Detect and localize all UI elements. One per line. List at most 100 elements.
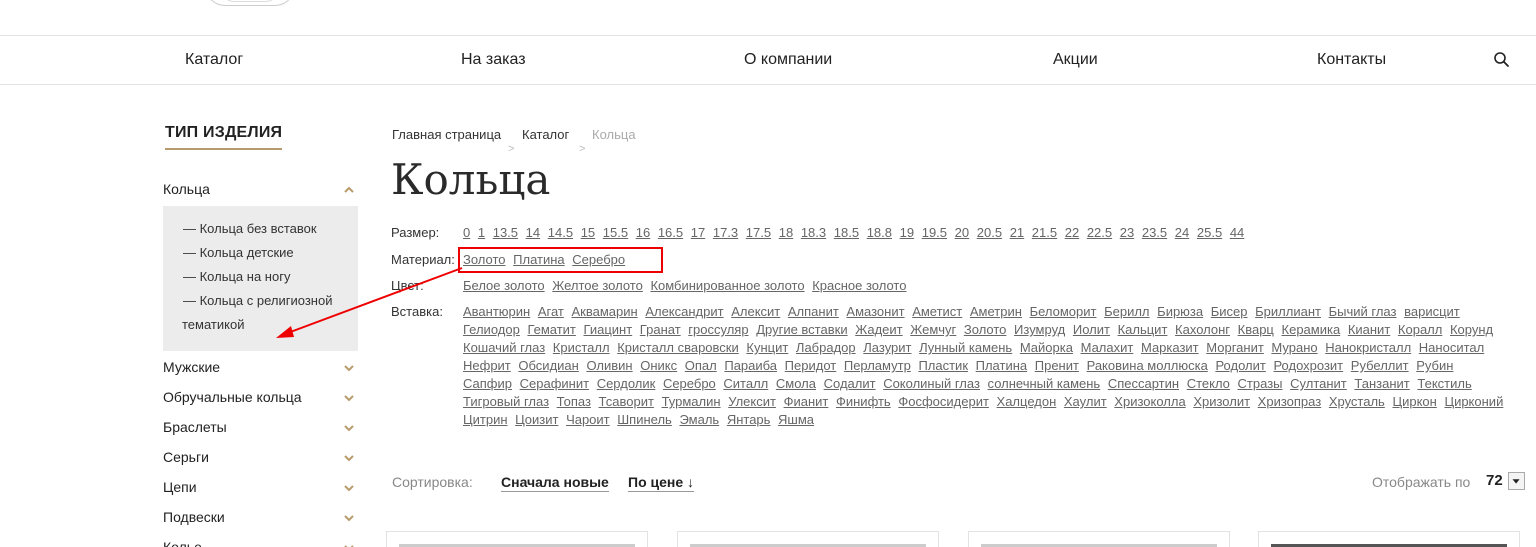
filter-insert-option[interactable]: Кальцит bbox=[1118, 322, 1168, 337]
filter-size-option[interactable]: 14.5 bbox=[548, 225, 573, 240]
filter-insert-option[interactable]: Кристалл сваровски bbox=[617, 340, 739, 355]
filter-insert-option[interactable]: Бычий глаз bbox=[1329, 304, 1397, 319]
filter-insert-option[interactable]: солнечный камень bbox=[988, 376, 1101, 391]
filter-insert-option[interactable]: Рубеллит bbox=[1351, 358, 1409, 373]
filter-insert-option[interactable]: Перламутр bbox=[844, 358, 911, 373]
filter-insert-option[interactable]: Текстиль bbox=[1417, 376, 1471, 391]
filter-insert-option[interactable]: Шпинель bbox=[617, 412, 672, 427]
filter-insert-option[interactable]: Бриллиант bbox=[1255, 304, 1321, 319]
filter-insert-option[interactable]: Нанокристалл bbox=[1325, 340, 1411, 355]
filter-insert-option[interactable]: Кристалл bbox=[553, 340, 610, 355]
filter-insert-option[interactable]: Жемчуг bbox=[910, 322, 956, 337]
filter-insert-option[interactable]: Морганит bbox=[1206, 340, 1264, 355]
filter-size-option[interactable]: 14 bbox=[526, 225, 540, 240]
filter-insert-option[interactable]: Золото bbox=[964, 322, 1007, 337]
filter-insert-option[interactable]: Фосфосидерит bbox=[898, 394, 989, 409]
chevron-up-icon[interactable] bbox=[343, 184, 355, 196]
filter-insert-option[interactable]: Султанит bbox=[1290, 376, 1347, 391]
product-card[interactable] bbox=[386, 531, 648, 547]
breadcrumb-home[interactable]: Главная страница bbox=[392, 127, 501, 142]
filter-insert-option[interactable]: Родолит bbox=[1215, 358, 1265, 373]
filter-insert-option[interactable]: Берилл bbox=[1104, 304, 1149, 319]
filter-size-option[interactable]: 17.5 bbox=[746, 225, 771, 240]
sort-price-button[interactable]: По цене ↓ bbox=[628, 474, 695, 492]
filter-insert-option[interactable]: Улексит bbox=[728, 394, 776, 409]
filter-insert-option[interactable]: Алексит bbox=[731, 304, 780, 319]
filter-insert-option[interactable]: Перидот bbox=[785, 358, 837, 373]
filter-size-option[interactable]: 19.5 bbox=[922, 225, 947, 240]
filter-insert-option[interactable]: Лунный камень bbox=[919, 340, 1012, 355]
filter-insert-option[interactable]: Оникс bbox=[640, 358, 677, 373]
filter-insert-option[interactable]: Топаз bbox=[557, 394, 591, 409]
chevron-down-icon[interactable] bbox=[343, 512, 355, 524]
filter-insert-option[interactable]: Яшма bbox=[778, 412, 814, 427]
filter-insert-option[interactable]: Циркон bbox=[1392, 394, 1436, 409]
filter-insert-option[interactable]: Беломорит bbox=[1030, 304, 1097, 319]
filter-insert-option[interactable]: Майорка bbox=[1020, 340, 1073, 355]
filter-insert-option[interactable]: Спессартин bbox=[1108, 376, 1179, 391]
chevron-down-icon[interactable] bbox=[343, 452, 355, 464]
filter-insert-option[interactable]: Рубин bbox=[1416, 358, 1453, 373]
filter-insert-option[interactable]: Гранат bbox=[640, 322, 681, 337]
filter-color-option[interactable]: Желтое золото bbox=[552, 278, 643, 293]
filter-insert-option[interactable]: Александрит bbox=[645, 304, 723, 319]
filter-insert-option[interactable]: Содалит bbox=[824, 376, 876, 391]
filter-size-option[interactable]: 23 bbox=[1120, 225, 1134, 240]
display-per-page-dropdown[interactable] bbox=[1508, 472, 1525, 490]
filter-size-option[interactable]: 17 bbox=[691, 225, 705, 240]
sort-newest-button[interactable]: Сначала новые bbox=[501, 474, 609, 492]
filter-insert-option[interactable]: Обсидиан bbox=[518, 358, 578, 373]
sidebar-subitem-toe-rings[interactable]: — Кольца на ногу bbox=[183, 265, 290, 289]
chevron-down-icon[interactable] bbox=[343, 392, 355, 404]
filter-insert-option[interactable]: Ситалл bbox=[723, 376, 768, 391]
filter-insert-option[interactable]: Цоизит bbox=[515, 412, 558, 427]
filter-color-option[interactable]: Белое золото bbox=[463, 278, 545, 293]
filter-insert-option[interactable]: Амазонит bbox=[846, 304, 904, 319]
filter-insert-option[interactable]: Платина bbox=[976, 358, 1028, 373]
filter-insert-option[interactable]: Бисер bbox=[1211, 304, 1248, 319]
filter-size-option[interactable]: 15 bbox=[581, 225, 595, 240]
filter-insert-option[interactable]: Сердолик bbox=[597, 376, 656, 391]
filter-insert-option[interactable]: Кианит bbox=[1348, 322, 1390, 337]
filter-insert-option[interactable]: Турмалин bbox=[662, 394, 721, 409]
filter-insert-option[interactable]: Серебро bbox=[663, 376, 716, 391]
filter-insert-option[interactable]: Кошачий глаз bbox=[463, 340, 545, 355]
filter-size-option[interactable]: 15.5 bbox=[603, 225, 628, 240]
sidebar-subitem-kids-rings[interactable]: — Кольца детские bbox=[183, 241, 294, 265]
filter-size-option[interactable]: 21.5 bbox=[1032, 225, 1057, 240]
filter-insert-option[interactable]: Хризопраз bbox=[1258, 394, 1322, 409]
filter-insert-option[interactable]: Хризоколла bbox=[1114, 394, 1185, 409]
sidebar-subitem-plain-rings[interactable]: — Кольца без вставок bbox=[183, 217, 317, 241]
filter-size-option[interactable]: 18 bbox=[779, 225, 793, 240]
filter-insert-option[interactable]: Гиацинт bbox=[584, 322, 633, 337]
filter-size-option[interactable]: 22 bbox=[1065, 225, 1079, 240]
filter-size-option[interactable]: 20 bbox=[955, 225, 969, 240]
filter-insert-option[interactable]: Иолит bbox=[1073, 322, 1110, 337]
filter-insert-option[interactable]: Танзанит bbox=[1354, 376, 1409, 391]
sidebar-category-chains[interactable]: Цепи bbox=[163, 479, 358, 495]
filter-insert-option[interactable]: Лазурит bbox=[863, 340, 911, 355]
filter-insert-option[interactable]: Керамика bbox=[1282, 322, 1341, 337]
filter-insert-option[interactable]: Хаулит bbox=[1064, 394, 1107, 409]
filter-insert-option[interactable]: Наноситал bbox=[1419, 340, 1484, 355]
sidebar-category-pendants[interactable]: Подвески bbox=[163, 509, 358, 525]
filter-insert-option[interactable]: Цитрин bbox=[463, 412, 508, 427]
sidebar-category-rings[interactable]: Кольца bbox=[163, 181, 358, 197]
filter-insert-option[interactable]: варисцит bbox=[1404, 304, 1460, 319]
filter-insert-option[interactable]: Корунд bbox=[1450, 322, 1493, 337]
nav-item-catalog[interactable]: Каталог bbox=[185, 51, 243, 69]
filter-insert-option[interactable]: Бирюза bbox=[1157, 304, 1203, 319]
filter-insert-option[interactable]: Изумруд bbox=[1014, 322, 1065, 337]
filter-insert-option[interactable]: Раковина моллюска bbox=[1087, 358, 1208, 373]
filter-insert-option[interactable]: Малахит bbox=[1081, 340, 1134, 355]
filter-insert-option[interactable]: Коралл bbox=[1398, 322, 1442, 337]
filter-insert-option[interactable]: Хризолит bbox=[1193, 394, 1250, 409]
filter-insert-option[interactable]: Чароит bbox=[566, 412, 610, 427]
filter-size-option[interactable]: 18.8 bbox=[867, 225, 892, 240]
filter-insert-option[interactable]: Агат bbox=[538, 304, 564, 319]
filter-size-option[interactable]: 24 bbox=[1175, 225, 1189, 240]
filter-insert-option[interactable]: Аметрин bbox=[970, 304, 1022, 319]
sidebar-category-earrings[interactable]: Серьги bbox=[163, 449, 358, 465]
filter-insert-option[interactable]: Лабрадор bbox=[796, 340, 856, 355]
filter-insert-option[interactable]: Родохрозит bbox=[1273, 358, 1343, 373]
